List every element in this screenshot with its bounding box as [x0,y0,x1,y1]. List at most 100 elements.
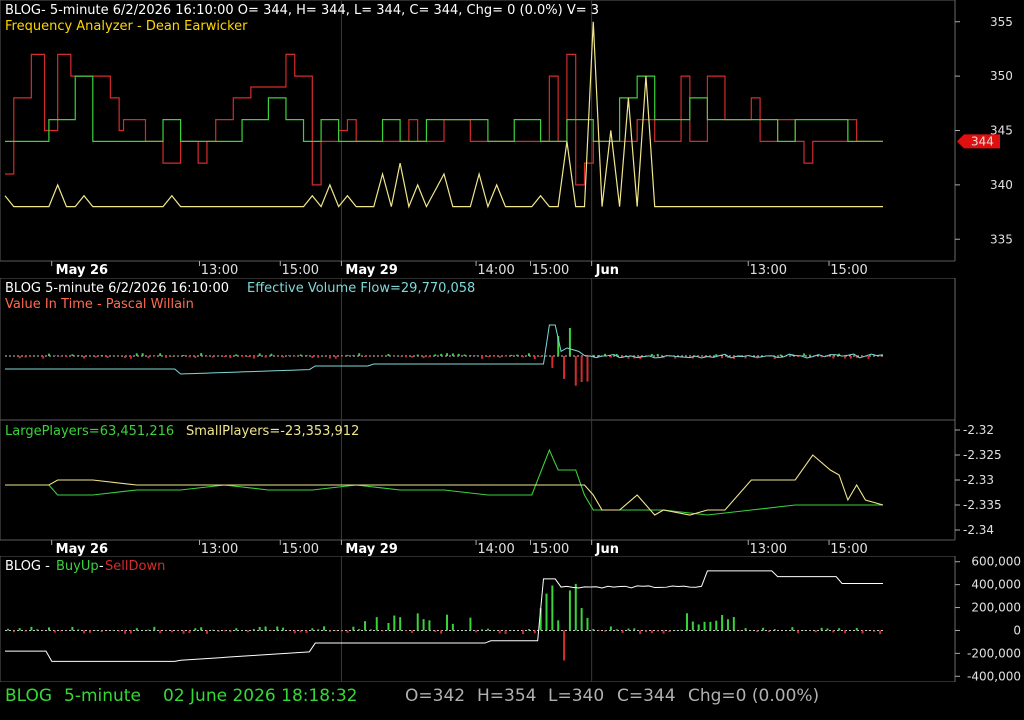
buysell-bar [334,630,337,632]
buysell-bar [100,630,103,633]
vit-bar [533,356,536,359]
time-label: 15:00 [282,263,319,278]
y-tick-label: -2.335 [963,498,1002,512]
buysell-bar [498,630,501,634]
vit-bar [358,353,361,356]
buysell-bar [36,629,39,631]
status-open: O=342 [405,686,466,706]
vit-bar [527,353,530,356]
vit-bar [410,356,413,358]
vit-bar [656,353,659,356]
buysell-bar [7,628,9,631]
cumulative-line [5,570,883,662]
vit-bar [100,354,103,356]
buysell-bar [709,621,712,631]
buysell-bar [375,617,378,631]
time-label: 15:00 [282,542,319,557]
vit-bar [457,353,460,356]
vit-bar [422,356,425,359]
buysell-bar [879,630,882,635]
buysell-bar [580,608,583,631]
buysell-bar [30,626,33,631]
vit-bar [106,356,109,359]
vit-bar [434,354,437,356]
vit-bar [808,354,811,356]
vit-bar [241,356,244,357]
date-label: May 29 [345,542,397,557]
vit-bar [463,354,466,356]
buysell-bar [217,630,220,632]
panel-frame-4 [0,555,956,682]
buysell-bar [235,628,238,631]
panel4-header-a: BLOG - [5,559,50,574]
vit-bar [282,356,285,358]
panel4-header: BLOG - BuyUp - SellDown [5,559,165,574]
buysell-bar [469,617,472,631]
vit-bar [598,355,601,356]
buysell-bar [147,629,150,631]
y-tick-label: 340 [990,178,1013,192]
buysell-bar [323,626,326,631]
buysell-bar [135,628,138,631]
vit-bar [844,356,847,359]
y-tick-label: 0 [1013,623,1021,637]
buysell-bar [252,629,255,631]
vit-bar [299,354,302,356]
vit-bar [258,353,261,356]
time-label: 13:00 [201,263,238,278]
vit-bar [387,353,390,356]
buysell-bar [738,630,741,632]
buysell-bar [791,627,794,631]
vit-bar [428,356,431,358]
buysell-bar [844,630,847,634]
vit-bar [721,356,724,359]
buysell-bar [586,617,589,631]
buysell-bar [574,583,577,631]
chart-canvas: May 26 May 29 Jun 13:00 15:00 14:00 15:00 13:00… [0,0,1024,682]
buysell-bar [481,629,484,631]
buysell-bar [399,617,402,631]
buysell-bar [18,628,21,631]
buysell-bar [685,613,688,631]
vit-bar [287,355,290,356]
players-series-2 [5,454,884,516]
y-tick-label: 350 [990,69,1013,83]
buysell-bar [563,630,566,661]
panel2-header-b: Effective Volume Flow=29,770,058 [247,281,475,296]
effective-volume-flow-line [5,324,884,375]
buysell-bar [340,630,343,632]
vit-bar [832,356,835,359]
buysell-bar [364,621,367,631]
date-label: Jun [595,263,619,278]
panel1-header-line2: Frequency Analyzer - Dean Earwicker [5,19,248,34]
buysell-bar [838,628,841,631]
time-label: 13:00 [201,542,238,557]
time-label: 14:00 [477,542,514,557]
panel-frame-1 [0,0,956,262]
buysell-bar [358,629,361,631]
vit-bar [18,356,21,359]
buysell-bar [832,630,835,633]
buysell-bar [855,627,858,631]
vit-bar [235,354,238,356]
vit-bar [147,356,150,359]
vit-bar [182,354,185,356]
status-interval: 5-minute [64,686,141,706]
vit-bar [124,356,127,358]
status-high: H=354 [477,686,537,706]
buysell-bar [732,617,735,631]
vit-bar [59,356,62,357]
vit-bar [264,356,267,358]
buysell-bar [446,614,448,631]
buysell-bar [522,630,525,635]
buysell-bar [504,630,507,635]
vit-bar [551,356,554,368]
buysell-bar [24,630,27,632]
buysell-bar [393,615,396,631]
vit-bar [522,356,525,358]
panel4-header-c: - [99,559,104,574]
buysell-bar [615,629,618,631]
buysell-bar [223,630,226,632]
vit-bar [580,356,583,382]
buysell-bar [118,630,121,632]
